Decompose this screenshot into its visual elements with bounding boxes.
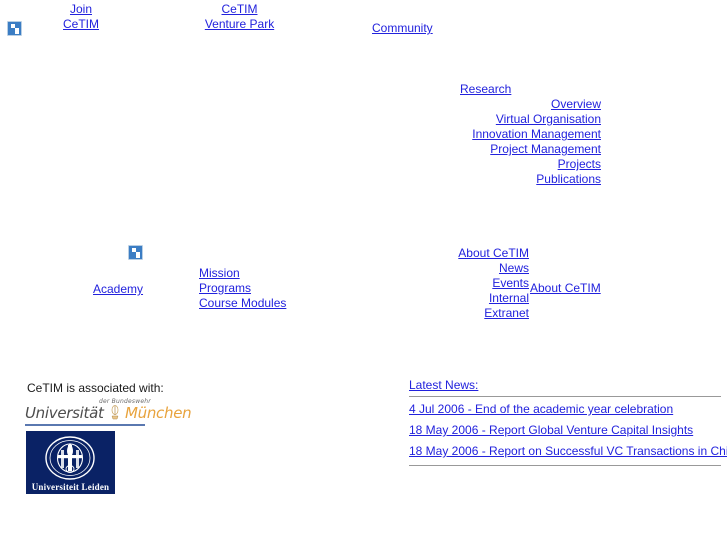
academy-sub-nav: Mission Programs Course Modules (199, 266, 286, 311)
latest-news-panel: Latest News: 4 Jul 2006 - End of the aca… (409, 378, 727, 471)
unibw-word-universitaet: Universität (25, 404, 104, 422)
research-item-innovation-management[interactable]: Innovation Management (380, 127, 601, 142)
about-item-extranet[interactable]: Extranet (330, 306, 529, 321)
academy-heading-link[interactable]: Academy (93, 282, 143, 296)
site-logo-broken-image[interactable] (7, 21, 22, 39)
about-item-events[interactable]: Events (330, 276, 529, 291)
unibw-emblem-icon (111, 405, 119, 420)
latest-news-title[interactable]: Latest News: (409, 378, 478, 392)
about-cetim-inline-link-wrap[interactable]: About CeTIM (530, 281, 601, 296)
news-item[interactable]: 18 May 2006 - Report on Successful VC Tr… (409, 444, 727, 459)
nav-item-cetim-venture-park[interactable]: CeTIM Venture Park (192, 2, 287, 32)
unibw-underline-bar (25, 424, 145, 426)
logo-universitaet-bundeswehr-muenchen[interactable]: Universität der Bundeswehr München (25, 398, 192, 426)
unibw-word-muenchen: München (125, 404, 192, 422)
research-nav: Research Overview Virtual Organisation I… (380, 82, 601, 187)
logo-universiteit-leiden[interactable]: Universiteit Leiden (26, 431, 115, 494)
news-item[interactable]: 18 May 2006 - Report Global Venture Capi… (409, 423, 721, 438)
research-item-publications[interactable]: Publications (380, 172, 601, 187)
about-item-news[interactable]: News (330, 261, 529, 276)
research-item-project-management[interactable]: Project Management (380, 142, 601, 157)
about-nav: About CeTIM News Events Internal Extrane… (330, 246, 529, 321)
nav-community-label[interactable]: Community (372, 21, 433, 35)
academy-item-course-modules[interactable]: Course Modules (199, 296, 286, 311)
broken-image-icon (7, 21, 22, 36)
academy-item-programs[interactable]: Programs (199, 281, 286, 296)
research-item-projects[interactable]: Projects (380, 157, 601, 172)
page-root: Join CeTIM CeTIM Venture Park Community … (0, 0, 727, 545)
associates-label: CeTIM is associated with: (27, 381, 164, 395)
news-item[interactable]: 4 Jul 2006 - End of the academic year ce… (409, 402, 721, 417)
leiden-seal-icon (45, 436, 95, 480)
academy-item-mission[interactable]: Mission (199, 266, 286, 281)
news-rule-top (409, 396, 721, 397)
news-rule-bottom (409, 465, 721, 466)
research-heading-link[interactable]: Research (460, 82, 601, 97)
about-item-internal[interactable]: Internal (330, 291, 529, 306)
academy-broken-image[interactable] (128, 245, 143, 263)
nav-item-join-cetim[interactable]: Join CeTIM (51, 2, 111, 32)
research-item-virtual-organisation[interactable]: Virtual Organisation (380, 112, 601, 127)
broken-image-icon (128, 245, 143, 260)
nav-venture-park-line1[interactable]: CeTIM (192, 2, 287, 17)
nav-join-cetim-line1[interactable]: Join (51, 2, 111, 17)
nav-join-cetim-line2[interactable]: CeTIM (51, 17, 111, 32)
academy-nav: Academy (93, 282, 143, 297)
leiden-wordmark: Universiteit Leiden (31, 482, 110, 492)
nav-venture-park-line2[interactable]: Venture Park (192, 17, 287, 32)
about-cetim-inline-link[interactable]: About CeTIM (530, 281, 601, 295)
research-item-overview[interactable]: Overview (380, 97, 601, 112)
about-heading-link[interactable]: About CeTIM (330, 246, 529, 261)
nav-item-community[interactable]: Community (372, 21, 433, 36)
